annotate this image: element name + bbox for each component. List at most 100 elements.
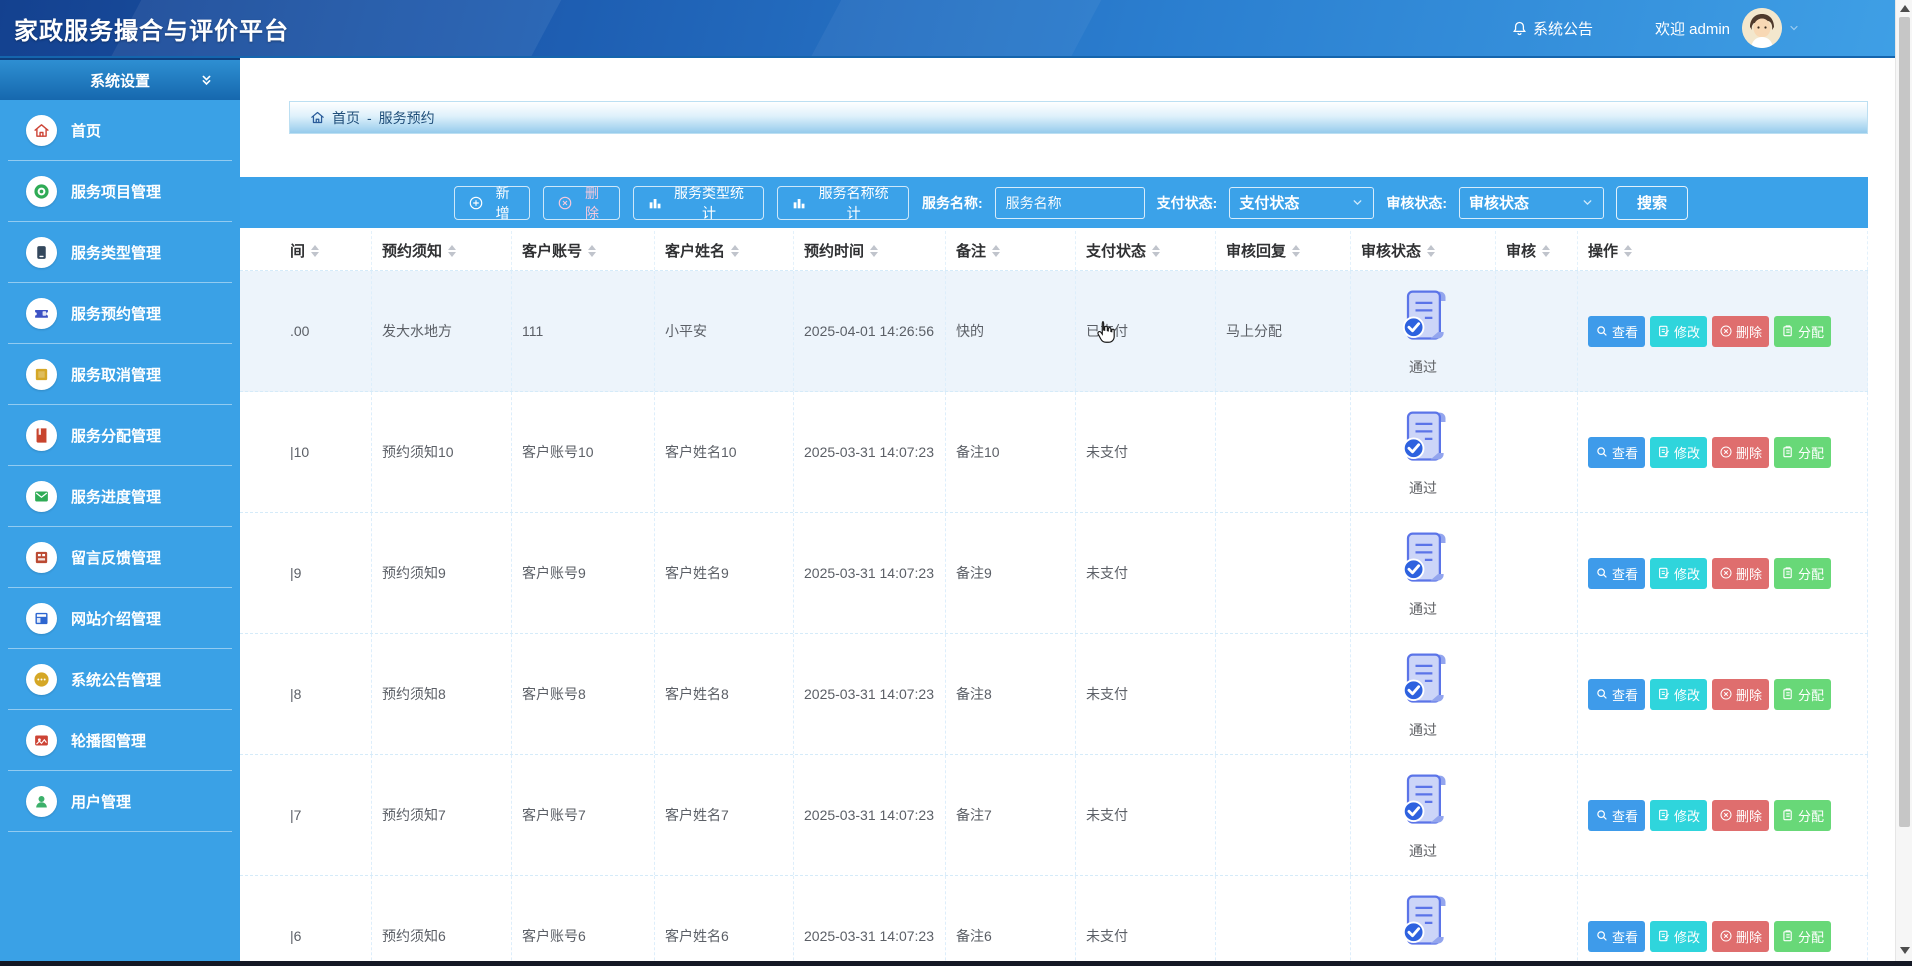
sidebar-item-home[interactable]: 首页 xyxy=(0,100,240,161)
pay-status-select[interactable]: 支付状态 xyxy=(1229,186,1375,219)
row-edit-button[interactable]: 修改 xyxy=(1650,436,1708,468)
sidebar-item-website-intro[interactable]: 网站介绍管理 xyxy=(0,588,240,649)
column-header: 预约须知 xyxy=(372,231,512,270)
row-assign-button[interactable]: 分配 xyxy=(1774,678,1832,710)
row-edit-button[interactable]: 修改 xyxy=(1650,920,1708,952)
magnifier-icon xyxy=(1595,687,1609,701)
sort-icon[interactable] xyxy=(1427,244,1436,257)
cell-name: 客户姓名7 xyxy=(655,755,794,875)
row-edit-button[interactable]: 修改 xyxy=(1650,557,1708,589)
row-delete-button[interactable]: 删除 xyxy=(1712,920,1770,952)
service-name-input[interactable] xyxy=(994,186,1145,219)
row-view-button[interactable]: 查看 xyxy=(1588,920,1646,952)
column-header: 支付状态 xyxy=(1076,231,1216,270)
cell-clip: |7 xyxy=(240,755,372,875)
row-delete-button[interactable]: 删除 xyxy=(1712,315,1770,347)
name-stats-button[interactable]: 服务名称统计 xyxy=(777,185,909,221)
row-assign-button[interactable]: 分配 xyxy=(1774,557,1832,589)
type-stats-button[interactable]: 服务类型统计 xyxy=(632,185,765,221)
row-view-button[interactable]: 查看 xyxy=(1588,557,1646,589)
sort-icon[interactable] xyxy=(1542,244,1551,257)
table-row[interactable]: |7 预约须知7 客户账号7 客户姓名7 2025-03-31 14:07:23 备注7 未… xyxy=(240,755,1868,876)
table-row[interactable]: .00 发大水地方 111 小平安 2025-04-01 14:26:56 快的 已支付 马上… xyxy=(240,271,1868,392)
audit-status-select[interactable]: 审核状态 xyxy=(1459,186,1604,219)
add-button[interactable]: 新增 xyxy=(454,185,531,221)
column-header: 审核回复 xyxy=(1216,231,1351,270)
row-delete-button[interactable]: 删除 xyxy=(1712,799,1770,831)
sidebar-item-service-assign[interactable]: 服务分配管理 xyxy=(0,405,240,466)
audit-pass-icon xyxy=(1396,407,1450,470)
cell-name: 客户姓名8 xyxy=(655,634,794,754)
announcement-link[interactable]: 系统公告 xyxy=(1511,18,1593,39)
bar-chart-icon xyxy=(647,195,663,211)
row-view-button[interactable]: 查看 xyxy=(1588,436,1646,468)
sidebar-item-label: 服务分配管理 xyxy=(71,428,162,445)
audit-pass-icon xyxy=(1396,286,1450,349)
cell-reply xyxy=(1216,513,1351,633)
sort-icon[interactable] xyxy=(731,244,740,257)
vertical-scrollbar[interactable] xyxy=(1895,0,1912,961)
breadcrumb-home-link[interactable]: 首页 xyxy=(332,108,360,128)
sidebar-item-service-type[interactable]: 服务类型管理 xyxy=(0,222,240,283)
sort-icon[interactable] xyxy=(1292,244,1301,257)
scroll-up-arrow[interactable] xyxy=(1900,5,1910,12)
delete-button[interactable]: 删除 xyxy=(543,185,620,221)
row-edit-button[interactable]: 修改 xyxy=(1650,315,1708,347)
row-delete-button[interactable]: 删除 xyxy=(1712,436,1770,468)
table-row[interactable]: |8 预约须知8 客户账号8 客户姓名8 2025-03-31 14:07:23 备注8 未… xyxy=(240,634,1868,755)
main-content: 首页 - 服务预约 新增 删除 服务类型统计 服务名称统计 服务名称: 支付状态… xyxy=(240,58,1895,966)
sort-icon[interactable] xyxy=(1152,244,1161,257)
search-button[interactable]: 搜索 xyxy=(1616,185,1688,220)
sort-icon[interactable] xyxy=(1624,244,1633,257)
sidebar-item-service-project[interactable]: 服务项目管理 xyxy=(0,161,240,222)
feedback-icon xyxy=(33,549,50,566)
scrollbar-thumb[interactable] xyxy=(1899,17,1910,827)
column-header: 预约时间 xyxy=(794,231,946,270)
sidebar-item-feedback[interactable]: 留言反馈管理 xyxy=(0,527,240,588)
chevron-down-icon[interactable] xyxy=(1788,22,1800,34)
sidebar-item-announcement[interactable]: 系统公告管理 xyxy=(0,649,240,710)
avatar[interactable] xyxy=(1742,8,1782,48)
row-assign-button[interactable]: 分配 xyxy=(1774,436,1832,468)
row-edit-button[interactable]: 修改 xyxy=(1650,678,1708,710)
edit-doc-icon xyxy=(1657,566,1671,580)
row-delete-button[interactable]: 删除 xyxy=(1712,678,1770,710)
cell-actions: 查看 修改 删除 分配 xyxy=(1578,392,1868,512)
envelope-icon xyxy=(33,488,50,505)
sidebar-item-service-progress[interactable]: 服务进度管理 xyxy=(0,466,240,527)
sidebar-section-header[interactable]: 系统设置 xyxy=(0,58,240,100)
row-view-button[interactable]: 查看 xyxy=(1588,678,1646,710)
cell-clip: |6 xyxy=(240,876,372,966)
cell-audit xyxy=(1496,634,1578,754)
table-row[interactable]: |10 预约须知10 客户账号10 客户姓名10 2025-03-31 14:07:23… xyxy=(240,392,1868,513)
sidebar-item-service-cancel[interactable]: 服务取消管理 xyxy=(0,344,240,405)
sort-icon[interactable] xyxy=(870,244,879,257)
sort-icon[interactable] xyxy=(311,244,320,257)
cell-time: 2025-03-31 14:07:23 xyxy=(794,392,946,512)
cell-actions: 查看 修改 删除 分配 xyxy=(1578,755,1868,875)
x-circle-icon xyxy=(557,195,573,211)
sort-icon[interactable] xyxy=(992,244,1001,257)
sidebar-item-carousel[interactable]: 轮播图管理 xyxy=(0,710,240,771)
cell-clip: |9 xyxy=(240,513,372,633)
row-assign-button[interactable]: 分配 xyxy=(1774,315,1832,347)
row-assign-button[interactable]: 分配 xyxy=(1774,799,1832,831)
row-edit-button[interactable]: 修改 xyxy=(1650,799,1708,831)
cell-name: 客户姓名10 xyxy=(655,392,794,512)
breadcrumb-current: 服务预约 xyxy=(378,109,435,126)
cell-remark: 快的 xyxy=(946,271,1076,391)
sidebar-item-service-booking[interactable]: 服务预约管理 xyxy=(0,283,240,344)
row-assign-button[interactable]: 分配 xyxy=(1774,920,1832,952)
sort-icon[interactable] xyxy=(448,244,457,257)
cell-notice: 预约须知10 xyxy=(372,392,512,512)
sidebar-item-user[interactable]: 用户管理 xyxy=(0,771,240,832)
scroll-down-arrow[interactable] xyxy=(1900,947,1910,954)
clipboard-icon xyxy=(1781,566,1795,580)
row-delete-button[interactable]: 删除 xyxy=(1712,557,1770,589)
magnifier-icon xyxy=(1595,808,1609,822)
table-row[interactable]: |9 预约须知9 客户账号9 客户姓名9 2025-03-31 14:07:23 备注9 未… xyxy=(240,513,1868,634)
table-row[interactable]: |6 预约须知6 客户账号6 客户姓名6 2025-03-31 14:07:23 备注6 未… xyxy=(240,876,1868,966)
sort-icon[interactable] xyxy=(588,244,597,257)
row-view-button[interactable]: 查看 xyxy=(1588,799,1646,831)
row-view-button[interactable]: 查看 xyxy=(1588,315,1646,347)
